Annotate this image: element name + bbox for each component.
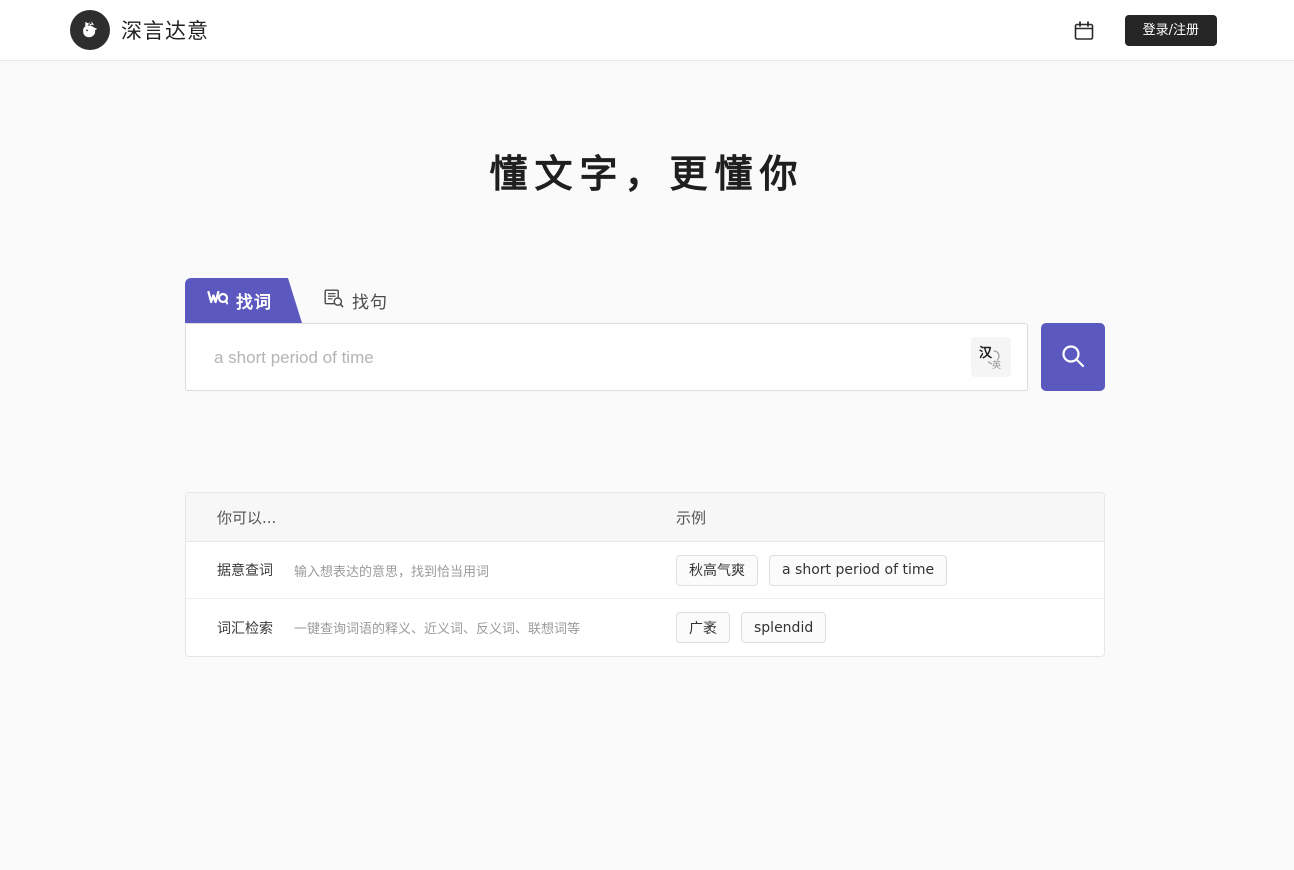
- search-button[interactable]: [1041, 323, 1105, 391]
- site-header: 深言达意 登录/注册: [0, 0, 1294, 61]
- feature-description: 输入想表达的意思，找到恰当用词: [294, 564, 490, 580]
- example-cell: 广袤 splendid: [676, 612, 1104, 643]
- search-icon: [1059, 342, 1087, 373]
- word-search-icon: [207, 290, 229, 312]
- table-header-row: 你可以... 示例: [186, 493, 1104, 542]
- chinese-english-toggle-icon[interactable]: 汉 英: [971, 337, 1011, 377]
- brand-logo-link[interactable]: 深言达意: [70, 10, 209, 50]
- svg-text:英: 英: [992, 359, 1001, 370]
- table-row: 据意查词 输入想表达的意思，找到恰当用词 秋高气爽 a short period…: [186, 542, 1104, 599]
- example-tag[interactable]: splendid: [741, 612, 827, 643]
- feature-description: 一键查询词语的释义、近义词、反义词、联想词等: [294, 622, 581, 637]
- example-tag[interactable]: a short period of time: [769, 554, 948, 586]
- page-title: 懂文字，更懂你: [489, 151, 805, 196]
- search-input[interactable]: [212, 324, 956, 392]
- search-input-container: 汉 英: [185, 323, 1028, 392]
- brand-name: 深言达意: [121, 19, 209, 43]
- header-cell-examples: 示例: [676, 507, 1104, 528]
- example-tag[interactable]: 广袤: [676, 612, 730, 643]
- feature-name: 据意查词: [217, 563, 273, 579]
- table-row: 词汇检索 一键查询词语的释义、近义词、反义词、联想词等 广袤 splendid: [186, 599, 1104, 656]
- tab-find-word[interactable]: 找词: [185, 278, 302, 323]
- table-header-label: 你可以...: [217, 508, 277, 527]
- tab-find-word-label: 找词: [236, 293, 272, 313]
- calendar-icon[interactable]: [1073, 20, 1095, 42]
- svg-text:汉: 汉: [979, 345, 993, 361]
- login-register-button[interactable]: 登录/注册: [1124, 15, 1217, 46]
- feature-table: 你可以... 示例 据意查词 输入想表达的意思，找到恰当用词 秋高气爽 a sh…: [185, 492, 1105, 657]
- sentence-search-icon: [324, 289, 344, 313]
- example-tag[interactable]: 秋高气爽: [676, 554, 758, 586]
- feature-cell: 据意查词 输入想表达的意思，找到恰当用词: [186, 560, 676, 580]
- feature-cell: 词汇检索 一键查询词语的释义、近义词、反义词、联想词等: [186, 618, 676, 638]
- feature-name: 词汇检索: [217, 620, 273, 637]
- search-tabs: 找词 找句: [185, 278, 1105, 323]
- search-bar: 汉 英: [185, 323, 1105, 392]
- header-cell-you-can: 你可以...: [186, 507, 676, 528]
- tab-find-sentence-label: 找句: [352, 293, 388, 313]
- table-header-label: 示例: [676, 508, 707, 527]
- tab-find-sentence[interactable]: 找句: [304, 278, 404, 323]
- search-section: 找词 找句 汉: [185, 278, 1105, 392]
- header-actions: 登录/注册: [1073, 0, 1217, 61]
- rhino-logo-icon: [70, 10, 110, 50]
- example-cell: 秋高气爽 a short period of time: [676, 554, 1104, 586]
